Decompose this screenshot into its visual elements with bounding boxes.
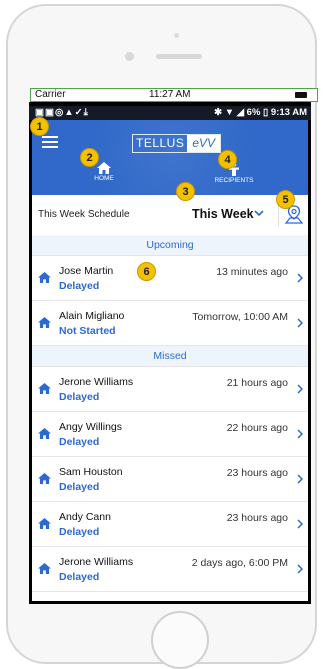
visit-row[interactable]: Jerone Williams Delayed 2 days ago, 6:00 P… [32, 547, 308, 592]
callout-badge-2: 2 [80, 148, 99, 167]
section-upcoming: Upcoming [32, 235, 308, 256]
carrier-label: Carrier [35, 89, 66, 100]
visit-time: 2 days ago, 6:00 PM [191, 557, 288, 569]
visit-status: Delayed [59, 526, 100, 538]
callout-badge-6: 6 [137, 262, 156, 281]
visit-time: 23 hours ago [226, 512, 288, 524]
visit-status: Delayed [59, 481, 100, 493]
visit-time: 23 hours ago [226, 467, 288, 479]
chevron-right-icon[interactable] [297, 519, 303, 529]
visit-list: Upcoming Jose Martin Delayed 13 minutes ag… [32, 235, 308, 601]
chevron-right-icon[interactable] [297, 273, 303, 283]
front-camera [125, 52, 134, 61]
recipient-name: Alain Migliano [59, 310, 125, 322]
callout-badge-3: 3 [176, 182, 195, 201]
home-hardware-button[interactable] [151, 611, 209, 669]
ios-status-bar: Carrier 11:27 AM [30, 88, 318, 102]
visit-status: Delayed [59, 280, 100, 292]
callout-badge-5: 5 [276, 190, 295, 209]
android-status-bar: ▣▣◎▲✓⤓ ✱ ▼ ◢ 6% ▯ 9:13 AM [29, 106, 311, 120]
recipient-name: Jerone Williams [59, 556, 134, 568]
app-logo: TELLUS eVV [132, 134, 222, 153]
chevron-right-icon[interactable] [297, 318, 303, 328]
schedule-bar: This Week Schedule This Week [32, 195, 308, 236]
system-status: ✱ ▼ ◢ 6% ▯ 9:13 AM [214, 107, 307, 118]
logo-evv: eVV [187, 135, 221, 152]
visit-row[interactable]: Andy Cann Delayed 23 hours ago [32, 502, 308, 547]
recipient-name: Andy Cann [59, 511, 111, 523]
callout-badge-4: 4 [218, 150, 237, 169]
schedule-label: This Week Schedule [38, 209, 130, 220]
speaker-grille [156, 54, 202, 59]
hamburger-menu-icon[interactable] [42, 136, 58, 148]
home-icon [38, 317, 51, 328]
visit-time: 22 hours ago [226, 422, 288, 434]
chevron-right-icon[interactable] [297, 429, 303, 439]
visit-status: Delayed [59, 571, 100, 583]
visit-time: 21 hours ago [226, 377, 288, 389]
recipient-name: Angy Willings [59, 421, 123, 433]
recipient-name: Sam Houston [59, 466, 123, 478]
chevron-right-icon[interactable] [297, 564, 303, 574]
chevron-right-icon[interactable] [297, 474, 303, 484]
recipient-name: Jose Martin [59, 265, 114, 277]
nav-recipients-label: RECIPIENTS [214, 177, 254, 184]
visit-row[interactable]: Alain Migliano Not Started Tomorrow, 10:00… [32, 301, 308, 346]
home-icon [38, 428, 51, 439]
home-icon [38, 272, 51, 283]
visit-status: Not Started [59, 325, 116, 337]
home-icon [38, 563, 51, 574]
week-selector[interactable]: This Week [192, 207, 254, 221]
ios-time: 11:27 AM [149, 89, 191, 100]
sensor-dot [174, 33, 179, 38]
callout-badge-1: 1 [30, 117, 49, 136]
visit-row[interactable]: Jerone Williams Delayed 21 hours ago [32, 367, 308, 412]
visit-row[interactable]: Jose Martin Delayed 13 minutes ago [32, 256, 308, 301]
visit-row[interactable]: Sam Houston Delayed 23 hours ago [32, 457, 308, 502]
section-missed: Missed [32, 346, 308, 367]
visit-time: Tomorrow, 10:00 AM [192, 311, 288, 323]
visit-time: 13 minutes ago [216, 266, 288, 278]
visit-status: Delayed [59, 391, 100, 403]
notification-icons: ▣▣◎▲✓⤓ [35, 107, 89, 118]
recipient-name: Jerone Williams [59, 376, 134, 388]
chevron-down-icon[interactable] [254, 210, 264, 217]
home-icon [97, 162, 111, 174]
logo-tellus: TELLUS [136, 136, 185, 150]
battery-icon [295, 92, 307, 98]
home-icon [38, 518, 51, 529]
app-header: TELLUS eVV HOME RECIPIENTS [32, 120, 308, 195]
home-icon [38, 473, 51, 484]
home-icon [38, 383, 51, 394]
visit-status: Delayed [59, 436, 100, 448]
nav-home-label: HOME [94, 175, 114, 182]
visit-row[interactable]: Angy Willings Delayed 22 hours ago [32, 412, 308, 457]
chevron-right-icon[interactable] [297, 384, 303, 394]
